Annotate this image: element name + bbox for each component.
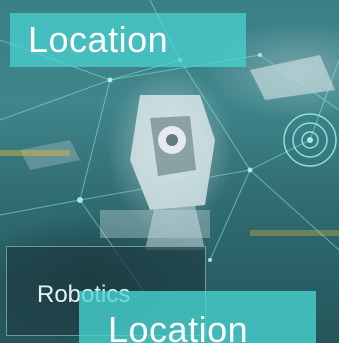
hero-banner: Location Robotics Location — [0, 0, 339, 343]
top-location-label: Location — [28, 19, 169, 60]
target-rings-icon — [283, 113, 337, 167]
bottom-location-label: Location — [108, 309, 249, 343]
top-location-badge: Location — [10, 13, 246, 67]
bottom-location-badge: Location — [79, 291, 316, 343]
